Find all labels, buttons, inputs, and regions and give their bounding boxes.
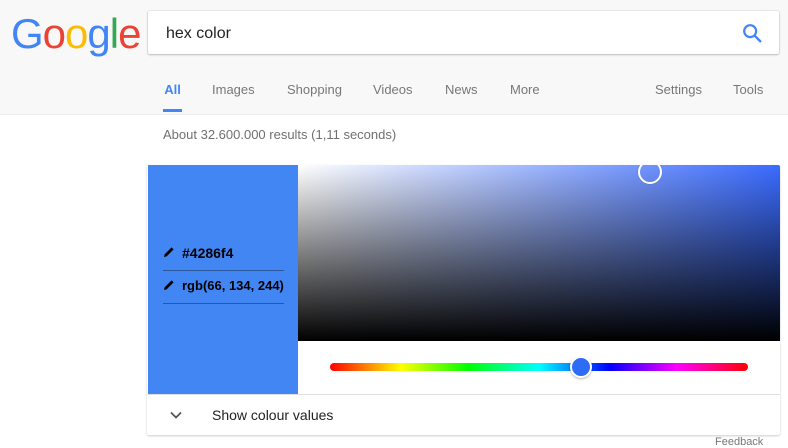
- search-icon[interactable]: [741, 22, 763, 44]
- hue-slider[interactable]: [330, 356, 748, 378]
- tab-news[interactable]: News: [445, 72, 478, 112]
- saturation-brightness-picker[interactable]: [298, 165, 780, 341]
- google-logo[interactable]: Google: [11, 10, 141, 58]
- logo-letter: e: [118, 10, 141, 57]
- tab-shopping[interactable]: Shopping: [287, 72, 342, 112]
- chevron-down-icon: [170, 411, 182, 419]
- search-tabs: All Images Shopping Videos News More Set…: [0, 72, 788, 114]
- saturation-handle[interactable]: [637, 165, 662, 185]
- color-swatch: #4286f4 rgb(66, 134, 244): [148, 165, 298, 394]
- rgb-value[interactable]: rgb(66, 134, 244): [182, 278, 284, 293]
- logo-letter: G: [11, 10, 44, 57]
- rgb-value-field[interactable]: rgb(66, 134, 244): [163, 271, 284, 304]
- hex-value[interactable]: #4286f4: [182, 245, 233, 261]
- result-stats: About 32.600.000 results (1,11 seconds): [163, 127, 397, 142]
- logo-letter: l: [109, 10, 119, 57]
- logo-letter: o: [42, 10, 66, 57]
- logo-letter: g: [87, 10, 110, 57]
- tab-all[interactable]: All: [163, 72, 182, 112]
- header: Google All Images Shopping Videos News M…: [0, 0, 788, 115]
- tab-more[interactable]: More: [510, 72, 540, 112]
- feedback-link[interactable]: Feedback: [715, 436, 763, 448]
- tab-images[interactable]: Images: [212, 72, 255, 112]
- tab-videos[interactable]: Videos: [373, 72, 413, 112]
- show-colour-values-toggle[interactable]: Show colour values: [147, 394, 780, 435]
- color-picker-card: #4286f4 rgb(66, 134, 244) Show colour va…: [147, 165, 780, 435]
- pencil-icon: [164, 247, 174, 257]
- tab-settings[interactable]: Settings: [655, 72, 702, 112]
- search-input[interactable]: [164, 11, 728, 56]
- logo-letter: o: [65, 10, 88, 57]
- tab-tools[interactable]: Tools: [733, 72, 763, 112]
- search-box: [148, 11, 779, 56]
- pencil-icon: [164, 280, 174, 290]
- show-colour-values-label: Show colour values: [212, 407, 334, 423]
- hue-slider-handle[interactable]: [569, 356, 592, 378]
- hex-value-field[interactable]: #4286f4: [163, 238, 284, 271]
